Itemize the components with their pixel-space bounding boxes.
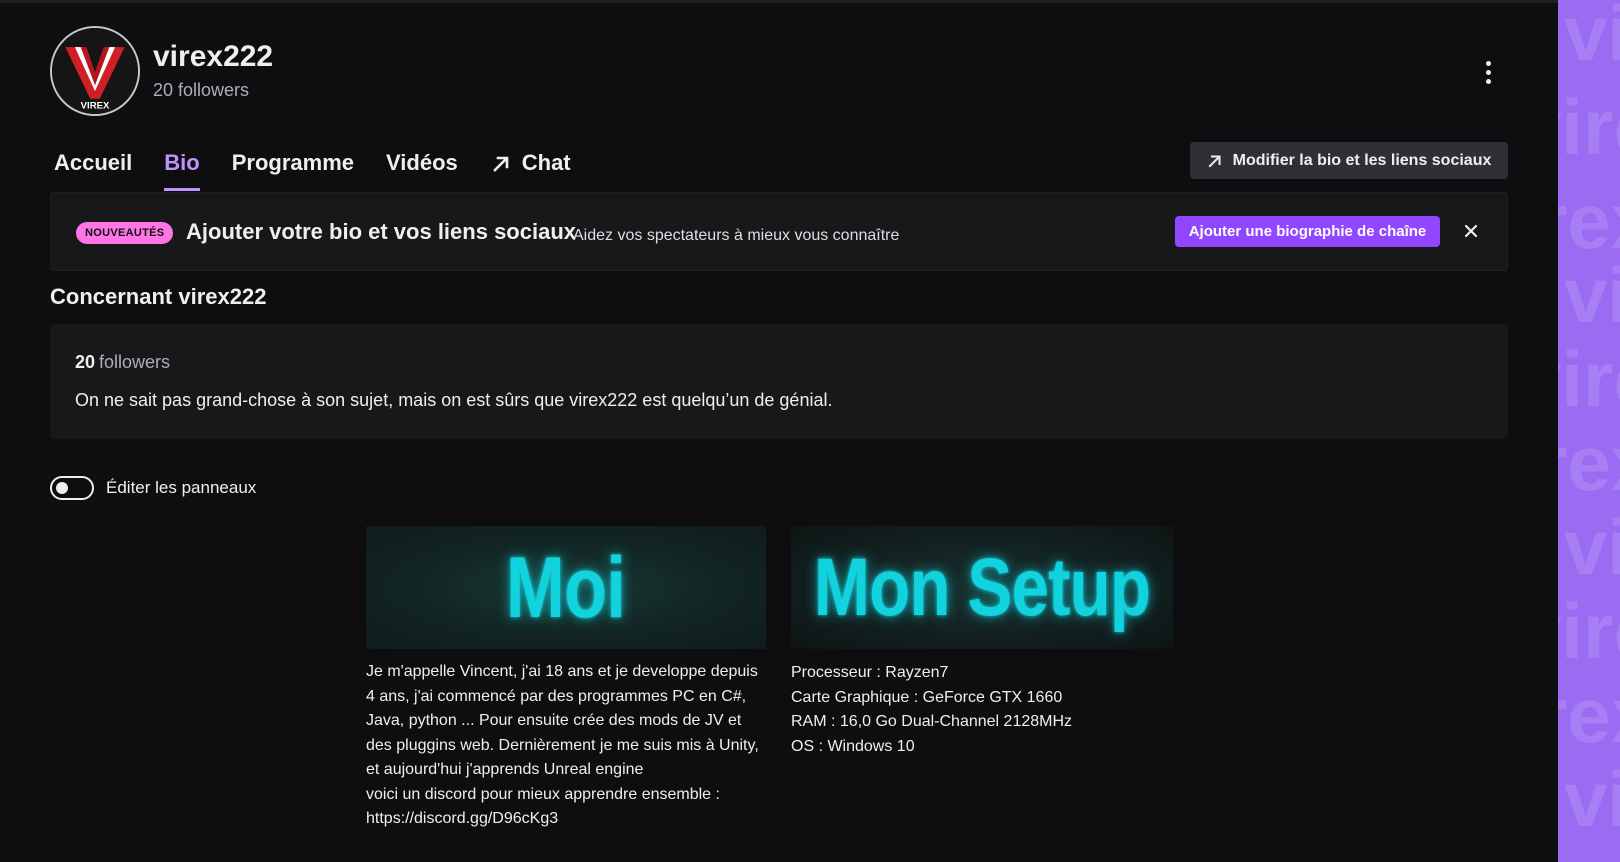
channel-followers: 20 followers [153,80,250,100]
more-options-icon[interactable] [1472,56,1504,88]
tab-label: Programme [231,150,354,175]
tab-label: Bio [164,150,200,175]
tab-accueil[interactable]: Accueil [54,150,132,192]
side-panel-watermark: virex222 [1558,419,1620,507]
panel-line: Processeur : Rayzen7 [791,664,949,681]
followers-count: 20 [75,352,96,372]
about-title: Concernant virex222 [50,284,267,309]
edit-bio-button[interactable]: Modifier la bio et les liens sociaux [1190,142,1508,179]
add-bio-button[interactable]: Ajouter une biographie de chaîne [1175,216,1440,247]
tab-label: Accueil [54,150,133,175]
panel-moi-text: Je m'appelle Vincent, j'ai 18 ans et je … [366,660,766,832]
channel-page: VIREX virex222 20 followers Accueil Bio … [0,0,1558,862]
tab-label: Chat [521,150,571,175]
edit-bio-label: Modifier la bio et les liens sociaux [1232,151,1492,169]
panel-line: voici un discord pour mieux apprendre en… [366,785,720,803]
edit-panels-toggle[interactable] [50,476,94,500]
virex-logo-icon: VIREX [52,28,138,114]
about-description: On ne sait pas grand-chose à son sujet, … [75,390,833,410]
side-panel-watermark: virex222 [1564,0,1620,77]
tab-label: Vidéos [386,150,458,175]
panel-line: RAM : 16,0 Go Dual-Channel 2128MHz [791,713,1073,730]
panel-setup-text: Processeur : Rayzen7 Carte Graphique : G… [791,661,1173,759]
panel-heading: Moi [506,539,627,636]
panel-moi-image: Moi [366,526,766,649]
about-followers: 20 followers [75,352,170,373]
toggle-knob [56,482,68,494]
side-panel-watermark: virex222 [1558,177,1620,265]
side-panel-watermark: virex222 [1558,83,1620,171]
add-bio-banner: NOUVEAUTÉS Ajouter votre bio et vos lien… [50,192,1508,271]
channel-avatar[interactable]: VIREX [50,26,140,116]
new-badge: NOUVEAUTÉS [76,222,174,244]
discord-link[interactable]: https://discord.gg/D96cKg3 [366,807,766,832]
about-card: 20 followers On ne sait pas grand-chose à… [50,324,1508,439]
logo-text: VIREX [81,100,110,111]
tab-programme[interactable]: Programme [232,150,354,192]
side-panel-watermark: virex222 [1558,587,1620,675]
panel-line: OS : Windows 10 [791,737,915,755]
tab-bio[interactable]: Bio [164,150,201,192]
edit-panels-label: Éditer les panneaux [106,478,257,497]
panel-heading: Mon Setup [813,541,1151,633]
tab-chat[interactable]: Chat [490,150,571,192]
channel-name: virex222 [153,40,274,73]
side-panel-watermark: virex222 [1558,335,1620,423]
side-panel-watermark: virex222 [1558,671,1620,759]
side-panel-watermark: virex222 [1564,251,1620,339]
external-arrow-icon [492,156,509,172]
side-panel: virex222 virex222 virex222 virex222 vire… [1558,0,1620,862]
tab-videos[interactable]: Vidéos [386,150,458,192]
external-arrow-icon [1208,155,1221,167]
side-panel-watermark: virex222 [1564,755,1620,843]
banner-subtitle: Aidez vos spectateurs à mieux vous conna… [573,227,900,244]
panel-line: Je m'appelle Vincent, j'ai 18 ans et je … [366,663,759,778]
followers-word: followers [99,352,171,372]
banner-title: Ajouter votre bio et vos liens sociaux [186,219,576,244]
panel-setup-image: Mon Setup [791,526,1173,649]
close-icon[interactable] [1458,218,1484,244]
channel-tabs: Accueil Bio Programme Vidéos Chat [54,150,603,192]
side-panel-watermark: virex222 [1564,503,1620,591]
panel-line: Carte Graphique : GeForce GTX 1660 [791,688,1063,706]
